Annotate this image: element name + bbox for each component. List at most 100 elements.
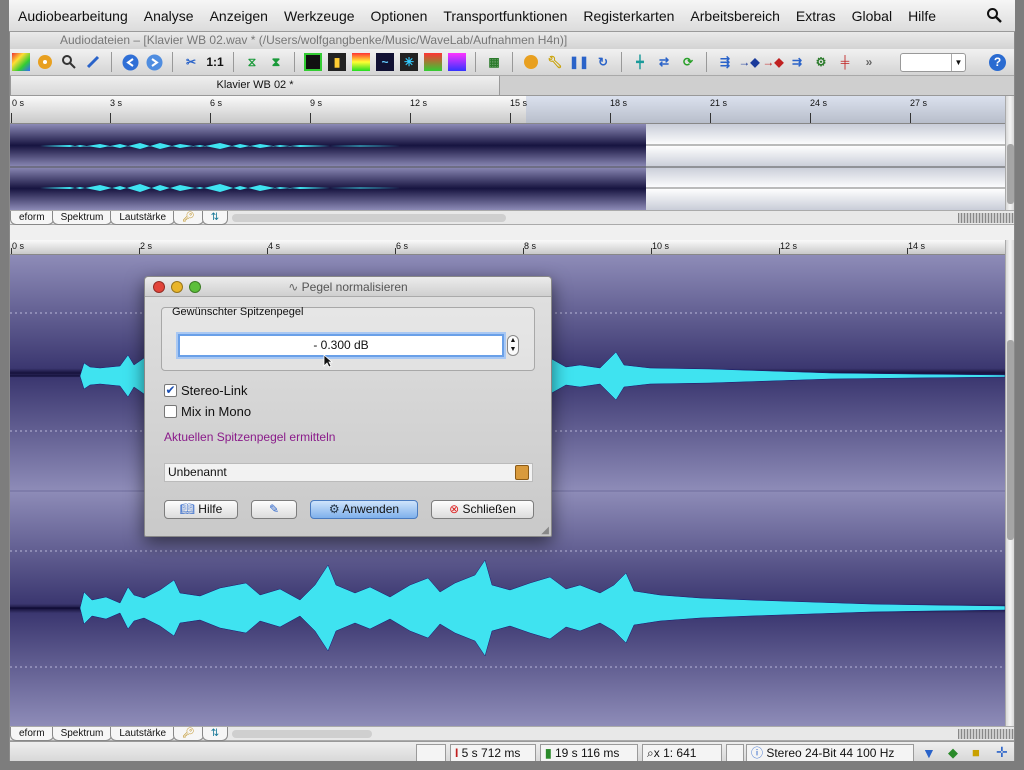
zoom-in-vertical-icon[interactable]: ⧖ [243,53,261,71]
menu-optionen[interactable]: Optionen [363,8,436,24]
marker-blue-icon[interactable]: →◆ [738,53,759,71]
overview-scroll-thumb[interactable] [1007,144,1014,204]
apply-button[interactable]: ⚙ Anwenden [310,500,418,519]
play-disc-icon[interactable] [522,53,540,71]
overview-horizontal-scrollbar[interactable] [232,213,507,222]
layout-icon[interactable]: ▦ [485,53,503,71]
bitmeter-icon[interactable]: ▮ [328,53,346,71]
menu-arbeitsbereich[interactable]: Arbeitsbereich [682,8,788,24]
wavescope-icon[interactable] [424,53,442,71]
main-time-ruler[interactable]: 0 s 2 s 4 s 6 s 8 s 10 s 12 s 14 s [10,240,1005,255]
palette-icon[interactable] [12,53,30,71]
help-icon[interactable]: ? [989,54,1006,71]
disc-icon[interactable] [36,53,54,71]
pause-icon[interactable]: ❚❚ [569,53,589,71]
menu-anzeigen[interactable]: Anzeigen [202,8,276,24]
crossfade-icon[interactable]: ⇄ [655,53,673,71]
resize-grip-icon[interactable]: ◢ [541,525,549,536]
help-button[interactable]: 📖︎ Hilfe [164,500,238,519]
tab-spektrum[interactable]: Spektrum [51,210,113,225]
close-window-icon[interactable] [153,281,165,293]
tick-label: 6 s [210,98,223,108]
tick-label: 15 s [510,98,528,108]
tick-label: 14 s [908,241,926,251]
splitter[interactable] [10,225,1014,240]
key-icon[interactable]: 🔑︎ [173,726,204,741]
tab-lautstaerke[interactable]: Lautstärke [110,726,176,741]
marker-red-icon[interactable]: →◆ [762,53,783,71]
menu-hilfe[interactable]: Hilfe [900,8,944,24]
add-marker-icon[interactable]: ◆ [948,745,958,761]
toolbar-separator [706,52,707,72]
menu-werkzeuge[interactable]: Werkzeuge [276,8,363,24]
tick-label: 10 s [652,241,670,251]
spectroscope-icon[interactable] [448,53,466,71]
menu-audiobearbeitung[interactable]: Audiobearbeitung [10,8,136,24]
overview-waveform[interactable] [10,124,1005,210]
filter-icon[interactable]: ▼ [922,745,936,761]
peak-level-stepper[interactable]: ▲ ▼ [507,335,519,356]
main-horizontal-scrollbar[interactable] [232,729,373,738]
overview-vertical-scrollbar[interactable] [1005,96,1014,210]
batch-icon[interactable]: ⚙ [812,53,830,71]
status-cursor-position[interactable]: I 5 s 712 ms [450,744,536,762]
loop-icon[interactable]: ↻ [594,53,612,71]
zoom-out-vertical-icon[interactable]: ⧗ [267,53,285,71]
minimize-window-icon[interactable] [171,281,183,293]
split-icon[interactable]: ╪ [836,53,854,71]
detect-peak-link[interactable]: Aktuellen Spitzenpegel ermitteln [164,430,335,444]
gear-icon: ⚙ [328,502,343,516]
mix-mono-checkbox[interactable] [164,405,177,418]
refresh-icon[interactable]: ⟳ [679,53,697,71]
main-vertical-scrollbar[interactable] [1005,240,1014,726]
status-zoom[interactable]: ⌕x 1: 641 [642,744,722,762]
tab-spektrum[interactable]: Spektrum [51,726,113,741]
move-icon[interactable]: ✛ [996,744,1008,761]
zoom-combo[interactable]: ▼ [900,53,966,72]
status-format[interactable]: ⓘ Stereo 24-Bit 44 100 Hz [746,744,914,762]
close-button[interactable]: ⊗ Schließen [431,500,534,519]
oscilloscope-icon[interactable]: ~ [376,53,394,71]
plugin-icon[interactable]: ■ [972,745,980,760]
level-icon[interactable]: ⇅ [201,210,229,225]
pencil-icon[interactable] [84,53,102,71]
tab-waveform[interactable]: eform [10,726,54,741]
tab-waveform[interactable]: eform [10,210,54,225]
stereo-link-checkbox[interactable]: ✔ [164,384,177,397]
menu-transportfunktionen[interactable]: Transportfunktionen [435,8,575,24]
multi-marker-icon[interactable]: ⇉ [788,53,806,71]
redo-icon[interactable] [145,53,163,71]
spectrum-icon[interactable] [352,53,370,71]
marker-icon[interactable]: ┿ [631,53,649,71]
overflow-icon[interactable]: » [860,53,878,71]
wrench-icon[interactable]: 🔧︎ [546,53,564,71]
level-icon[interactable]: ⇅ [201,726,229,741]
preset-book-icon[interactable] [515,465,529,480]
ratio-1-1-icon[interactable]: 1:1 [206,53,224,71]
peak-level-input[interactable]: - 0.300 dB [178,334,504,357]
cut-icon[interactable]: ✂ [182,53,200,71]
menu-global[interactable]: Global [844,8,900,24]
main-zoom-slider[interactable] [958,729,1014,739]
key-icon[interactable]: 🔑︎ [173,210,204,225]
overview-time-ruler[interactable]: 0 s 3 s 6 s 9 s 12 s 15 s 18 s 21 s 24 s… [10,96,1005,124]
zoom-tool-icon[interactable] [60,53,78,71]
phasescope-icon[interactable]: ✳ [400,53,418,71]
dialog-titlebar[interactable]: ∿ Pegel normalisieren [145,277,551,297]
status-selection-length[interactable]: ▮ 19 s 116 ms [540,744,638,762]
zoom-window-icon[interactable] [189,281,201,293]
insert-marker-icon[interactable]: ⇶ [716,53,734,71]
overview-zoom-slider[interactable] [958,213,1014,223]
tab-lautstaerke[interactable]: Lautstärke [110,210,176,225]
preset-field[interactable]: Unbenannt [164,463,533,482]
undo-icon[interactable] [121,53,139,71]
document-tab[interactable]: Klavier WB 02 * [10,76,500,96]
menu-extras[interactable]: Extras [788,8,844,24]
menu-analyse[interactable]: Analyse [136,8,202,24]
meter-icon[interactable] [304,53,322,71]
info-icon: ⓘ [751,746,767,760]
menu-registerkarten[interactable]: Registerkarten [575,8,682,24]
search-icon[interactable] [986,7,1002,23]
main-scroll-thumb[interactable] [1007,340,1014,540]
preset-settings-button[interactable]: ✎ [251,500,297,519]
